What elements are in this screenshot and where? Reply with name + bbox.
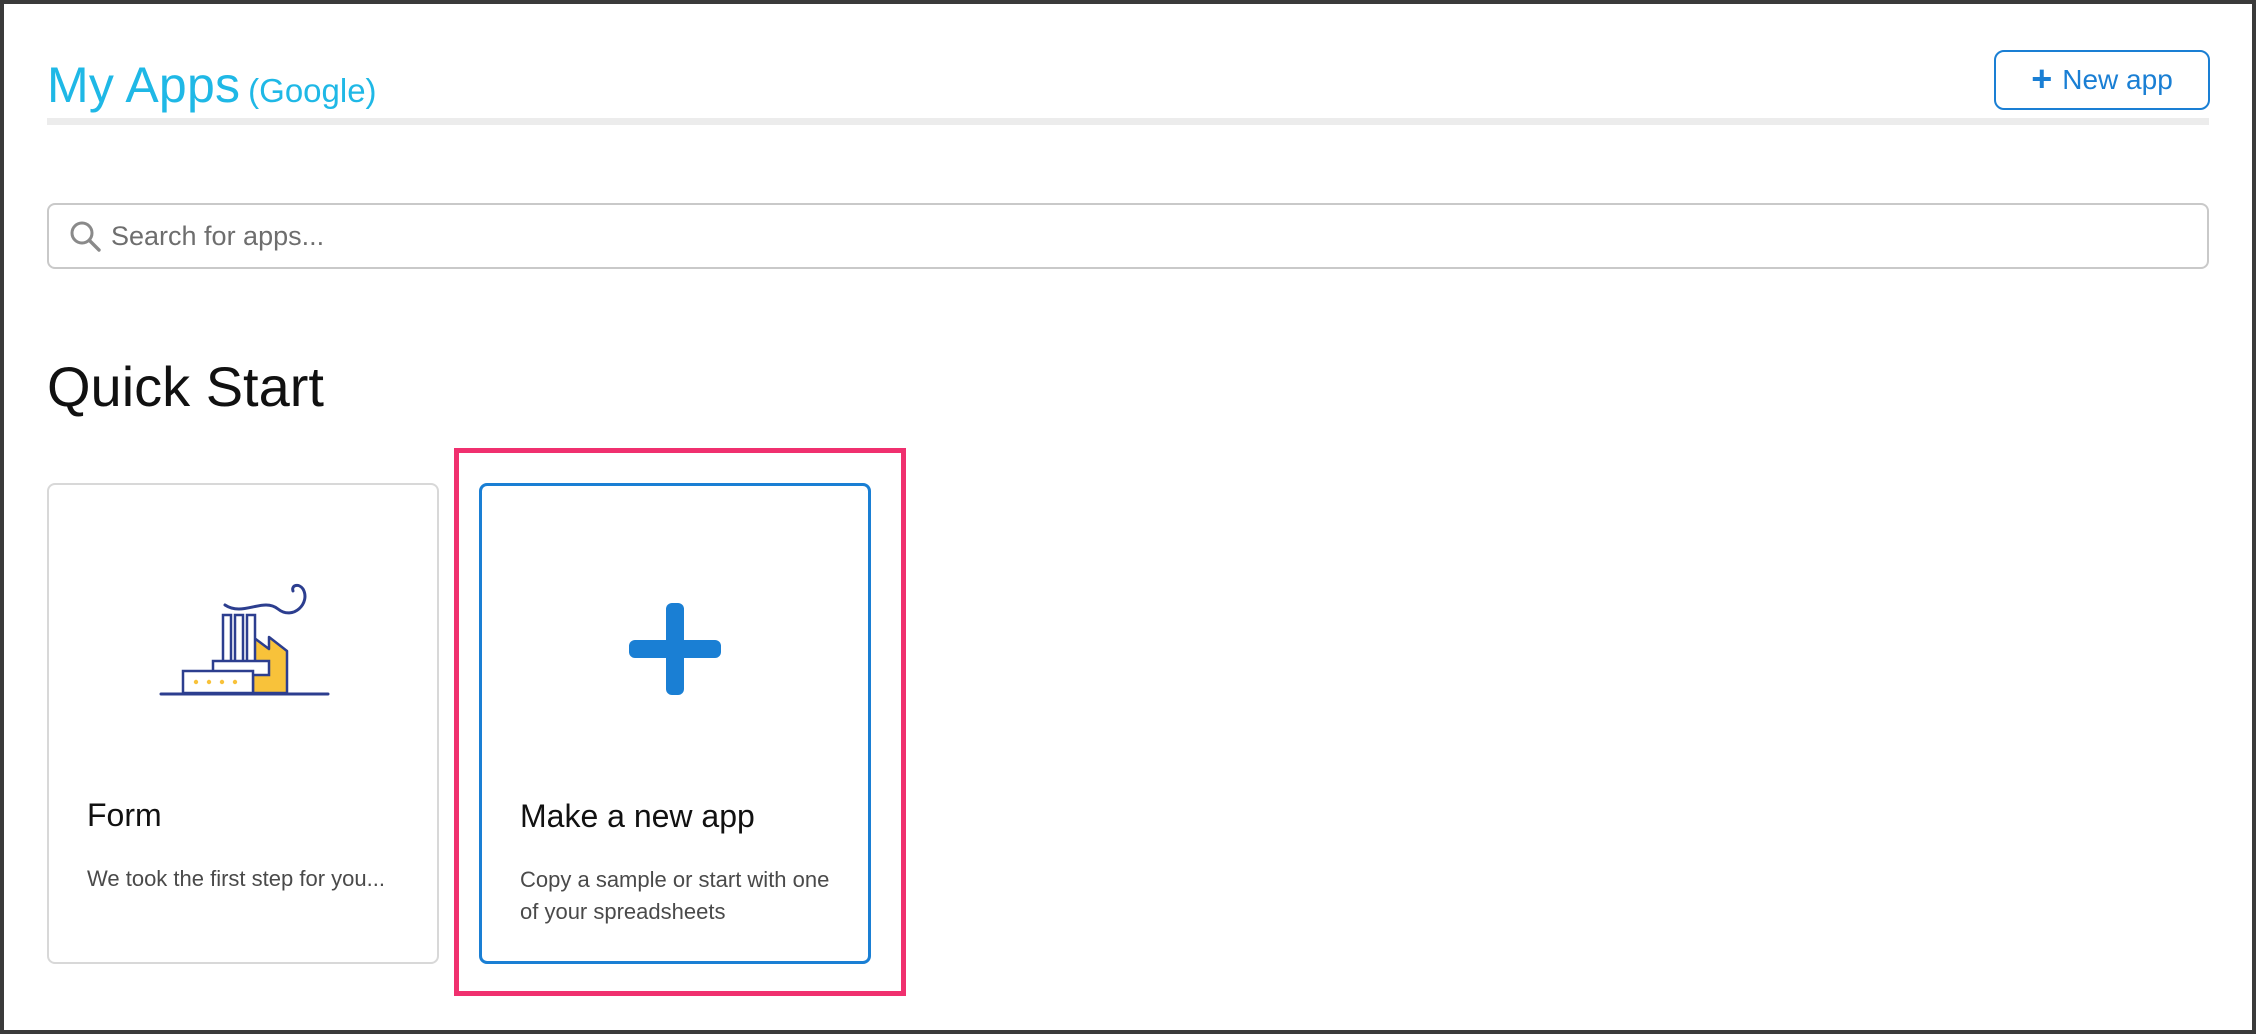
card-title: Make a new app (520, 798, 755, 834)
search-input[interactable] (105, 210, 2207, 262)
card-title: Form (87, 797, 162, 833)
search-icon (65, 216, 105, 256)
quick-start-heading: Quick Start (47, 355, 324, 418)
new-app-button-label: New app (2062, 64, 2173, 95)
header-divider (47, 118, 2209, 125)
card-description: We took the first step for you... (87, 866, 385, 891)
card-description: Copy a sample or start with one of your … (520, 867, 830, 924)
plus-icon (482, 601, 868, 697)
plus-icon: + (2031, 57, 2053, 99)
new-app-button[interactable]: + New app (1994, 50, 2210, 110)
quick-start-card-new-app[interactable]: Make a new app Copy a sample or start wi… (479, 483, 871, 964)
page-title-text: My Apps (47, 57, 241, 113)
page-title: My Apps (Google) (47, 56, 377, 114)
factory-icon (49, 575, 437, 705)
page-header: My Apps (Google) (47, 52, 2209, 124)
search-bar[interactable] (47, 203, 2209, 269)
page-title-account: (Google) (248, 72, 377, 109)
app-frame: My Apps(Google) + New app Quick Start (0, 0, 2256, 1034)
quick-start-card-form[interactable]: Form We took the first step for you... (47, 483, 439, 964)
